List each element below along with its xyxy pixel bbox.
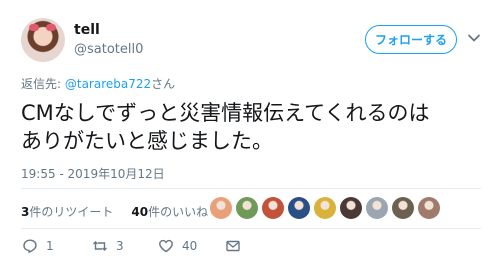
reply-prefix: 返信先: (21, 77, 65, 91)
direct-message-action[interactable] (225, 238, 241, 254)
author-name[interactable]: tell (74, 22, 100, 38)
tweet-text-line: CMなしでずっと災害情報伝えてくれるのは (21, 101, 430, 125)
reply-icon (23, 239, 37, 253)
liker-avatar[interactable] (340, 197, 362, 219)
like-count: 40 (182, 239, 198, 253)
liker-avatar[interactable] (288, 197, 310, 219)
tweet-text: CMなしでずっと災害情報伝えてくれるのは ありがたいと感じました。 (21, 99, 486, 155)
likes-count: 40 (131, 205, 149, 219)
retweet-action[interactable]: 3 (92, 238, 124, 254)
liker-avatar[interactable] (262, 197, 284, 219)
chevron-down-icon[interactable] (467, 31, 481, 45)
heart-icon (159, 239, 173, 253)
likes-stat[interactable]: 40件のいいね (131, 203, 208, 220)
author-handle[interactable]: @satotell0 (74, 42, 143, 57)
retweet-count: 3 (116, 239, 124, 253)
liker-avatar[interactable] (392, 197, 414, 219)
reply-mention-link[interactable]: @tarareba722 (65, 77, 151, 91)
like-action[interactable]: 40 (158, 238, 197, 254)
liker-avatar[interactable] (210, 197, 232, 219)
retweets-stat[interactable]: 3件のリツイート (21, 203, 113, 220)
retweet-icon (93, 241, 107, 251)
retweets-label: 件のリツイート (29, 205, 114, 219)
follow-button[interactable]: フォローする (365, 25, 457, 54)
reply-action[interactable]: 1 (22, 238, 54, 254)
likes-label: 件のいいね (148, 205, 209, 219)
liker-avatar[interactable] (314, 197, 336, 219)
reply-context: 返信先: @tarareba722さん (21, 75, 175, 92)
envelope-icon (226, 240, 240, 252)
tweet-timestamp[interactable]: 19:55 - 2019年10月12日 (21, 165, 165, 182)
divider (21, 228, 481, 229)
liker-avatar[interactable] (366, 197, 388, 219)
tweet-stats: 3件のリツイート 40件のいいね (21, 203, 208, 220)
liker-avatars (210, 197, 440, 219)
reply-count: 1 (46, 239, 54, 253)
reply-suffix: さん (151, 77, 176, 91)
liker-avatar[interactable] (236, 197, 258, 219)
avatar-bow-decoration (46, 24, 56, 31)
liker-avatar[interactable] (418, 197, 440, 219)
divider (21, 188, 481, 189)
tweet-text-line: ありがたいと感じました。 (21, 129, 273, 153)
profile-avatar[interactable] (21, 18, 65, 62)
avatar-bow-decoration (29, 24, 39, 31)
